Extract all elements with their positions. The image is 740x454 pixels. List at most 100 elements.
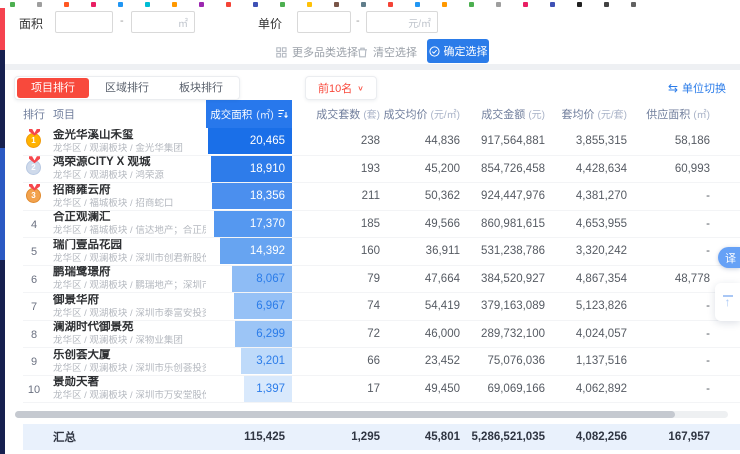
back-to-top-button[interactable]: ↑	[715, 283, 740, 321]
amount-cell: 75,076,036	[460, 355, 545, 367]
per-unit-price-cell: 4,428,634	[545, 163, 627, 175]
price-max-field: 元/㎡	[366, 11, 438, 33]
bookmark-favicon[interactable]	[280, 2, 285, 7]
area-range-separator: -	[120, 15, 124, 27]
bookmark-favicon[interactable]	[415, 2, 420, 7]
bookmark-favicon[interactable]	[253, 2, 258, 7]
column-header-per-unit-price[interactable]: 套均价 (元/套)	[545, 106, 627, 122]
bookmark-favicon[interactable]	[361, 2, 366, 7]
per-unit-price-cell: 4,024,057	[545, 328, 627, 340]
price-min-input[interactable]	[304, 16, 344, 28]
rank-number: 6	[23, 274, 45, 286]
bookmark-favicon[interactable]	[10, 2, 15, 7]
clear-selection-label: 清空选择	[373, 44, 417, 60]
table-row[interactable]: 3 招商雍云府 龙华区 / 福城板块 / 招商蛇口 18,356 211 50,…	[23, 183, 740, 211]
project-name: 御景华府	[53, 294, 206, 307]
ranking-table: 排行 项目 成交面积 (㎡) 成交套数 (套)	[5, 100, 740, 450]
project-meta: 龙华区 / 观澜板块 / 深圳市创君新股份合作公司	[53, 253, 206, 264]
summary-label: 汇总	[53, 429, 206, 445]
project-meta: 龙华区 / 观湖板块 / 深圳市泰富安投资有限公司	[53, 308, 206, 319]
per-unit-price-cell: 4,653,955	[545, 218, 627, 230]
table-row[interactable]: 2 鸿荣源CITY X 观城 龙华区 / 观湖板块 / 鸿荣源 18,910 1…	[23, 156, 740, 184]
confirm-selection-label: 确定选择	[444, 43, 488, 59]
per-unit-price-cell: 3,320,242	[545, 245, 627, 257]
rank-number: 7	[23, 301, 45, 313]
bookmark-favicon[interactable]	[469, 2, 474, 7]
avg-price-cell: 46,000	[380, 328, 460, 340]
bookmark-favicon[interactable]	[604, 2, 609, 7]
rank-medal-icon: 1	[26, 133, 41, 148]
units-cell: 193	[292, 163, 380, 175]
rank-number: 9	[23, 356, 45, 368]
unit-switch-label: 单位切换	[682, 80, 726, 96]
table-row[interactable]: 10 景勋天著 龙华区 / 观澜板块 / 深圳市万安堂股份合作公司... 1,3…	[23, 376, 740, 404]
supply-area-cell: -	[627, 245, 710, 257]
table-row[interactable]: 5 瑞门壹品花园 龙华区 / 观澜板块 / 深圳市创君新股份合作公司 14,39…	[23, 238, 740, 266]
table-row[interactable]: 7 御景华府 龙华区 / 观湖板块 / 深圳市泰富安投资有限公司 6,967 7…	[23, 293, 740, 321]
supply-area-cell: -	[627, 355, 710, 367]
bookmark-favicon[interactable]	[631, 2, 636, 7]
column-header-supply-area[interactable]: 供应面积 (㎡)	[627, 106, 710, 122]
column-header-units[interactable]: 成交套数 (套)	[292, 106, 380, 122]
bookmark-favicon[interactable]	[226, 2, 231, 7]
translate-button[interactable]: 译	[718, 247, 740, 268]
amount-cell: 917,564,881	[460, 135, 545, 147]
bookmark-favicon[interactable]	[550, 2, 555, 7]
sales-area-bar: 18,356	[212, 183, 292, 209]
bookmark-favicon[interactable]	[523, 2, 528, 7]
table-row[interactable]: 1 金光华溪山禾玺 龙华区 / 观澜板块 / 金光华集团 20,465 238 …	[23, 128, 740, 156]
column-header-sales-area[interactable]: 成交面积 (㎡)	[206, 100, 292, 128]
summary-per-unit-price: 4,082,256	[545, 431, 627, 443]
area-min-field	[55, 11, 113, 33]
supply-area-cell: 60,993	[627, 163, 710, 175]
price-max-input[interactable]	[373, 16, 404, 28]
amount-cell: 69,069,166	[460, 383, 545, 395]
bookmark-favicon[interactable]	[442, 2, 447, 7]
table-row[interactable]: 6 鹏瑞鹭璟府 龙华区 / 观湖板块 / 鹏瑞地产；深圳市樟坑径股... 8,0…	[23, 266, 740, 294]
per-unit-price-cell: 5,123,826	[545, 300, 627, 312]
bookmark-favicon[interactable]	[199, 2, 204, 7]
top-n-dropdown[interactable]: 前10名 ∨	[305, 76, 377, 100]
tab-project-ranking[interactable]: 项目排行	[17, 78, 89, 98]
tab-district-ranking[interactable]: 区域排行	[91, 78, 163, 98]
area-min-input[interactable]	[62, 16, 106, 28]
bookmark-favicon[interactable]	[577, 2, 582, 7]
tab-block-ranking[interactable]: 板块排行	[165, 78, 237, 98]
confirm-selection-button[interactable]: 确定选择	[427, 39, 489, 63]
summary-avg-price: 45,801	[380, 431, 460, 443]
clear-selection-button[interactable]: 清空选择	[357, 44, 417, 60]
supply-area-cell: -	[627, 218, 710, 230]
bookmark-favicon[interactable]	[37, 2, 42, 7]
amount-cell: 379,163,089	[460, 300, 545, 312]
bookmark-favicon[interactable]	[334, 2, 339, 7]
area-max-input[interactable]	[138, 16, 174, 28]
filter-panel: 面积 - ㎡ 单价 - 元/㎡ 更多品类选择	[5, 8, 740, 64]
column-header-avg-price[interactable]: 成交均价 (元/㎡)	[380, 106, 460, 122]
amount-cell: 289,732,100	[460, 328, 545, 340]
area-max-field: ㎡	[131, 11, 195, 33]
table-row[interactable]: 8 澜湖时代御景苑 龙华区 / 观澜板块 / 深物业集团 6,299 72 46…	[23, 321, 740, 349]
table-row[interactable]: 4 合正观澜汇 龙华区 / 福城板块 / 信达地产；合正房产；平安... 17,…	[23, 211, 740, 239]
bookmark-favicon[interactable]	[118, 2, 123, 7]
avg-price-cell: 54,419	[380, 300, 460, 312]
bookmark-favicon[interactable]	[388, 2, 393, 7]
browser-bookmarks-strip	[0, 0, 740, 8]
avg-price-cell: 47,664	[380, 273, 460, 285]
more-categories-button[interactable]: 更多品类选择	[276, 44, 358, 60]
unit-switch-button[interactable]: ⇆ 单位切换	[668, 80, 726, 96]
amount-cell: 531,238,786	[460, 245, 545, 257]
sales-area-bar: 1,397	[244, 376, 292, 402]
bookmark-favicon[interactable]	[496, 2, 501, 7]
column-header-amount[interactable]: 成交金额 (元)	[460, 106, 545, 122]
rank-number: 5	[23, 246, 45, 258]
horizontal-scrollbar-thumb[interactable]	[15, 411, 675, 418]
project-meta: 龙华区 / 观澜板块 / 深圳市乐创荟投资有限公司	[53, 363, 206, 374]
bookmark-favicon[interactable]	[145, 2, 150, 7]
sales-area-bar: 20,465	[208, 128, 292, 154]
bookmark-favicon[interactable]	[307, 2, 312, 7]
bookmark-favicon[interactable]	[91, 2, 96, 7]
table-row[interactable]: 9 乐创荟大厦 龙华区 / 观澜板块 / 深圳市乐创荟投资有限公司 3,201 …	[23, 348, 740, 376]
bookmark-favicon[interactable]	[64, 2, 69, 7]
bookmark-favicon[interactable]	[172, 2, 177, 7]
project-name: 乐创荟大厦	[53, 349, 206, 362]
